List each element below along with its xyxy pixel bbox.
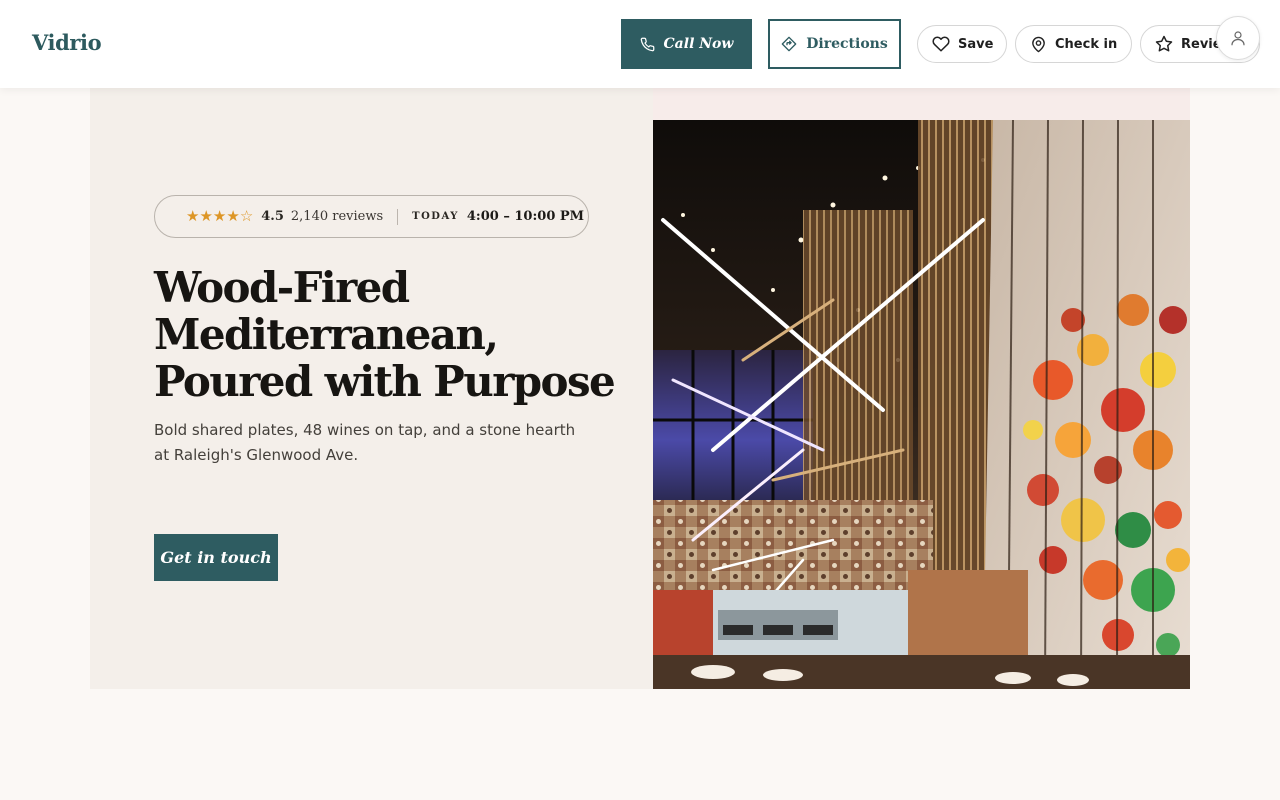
rating-hours-pill: ★ ★ ★ ★ ☆ 4.5 2,140 reviews TODAY 4:00 –… xyxy=(154,195,589,238)
headline-line: Wood-Fired xyxy=(154,263,410,312)
directions-button[interactable]: Directions xyxy=(768,19,901,69)
pill-divider xyxy=(397,208,399,225)
phone-icon xyxy=(640,37,655,52)
hero-subtext: Bold shared plates, 48 wines on tap, and… xyxy=(154,421,576,464)
call-now-label: Call Now xyxy=(663,36,734,52)
star-filled-icon: ★ xyxy=(199,207,213,225)
get-in-touch-button[interactable]: Get in touch xyxy=(154,534,278,581)
check-in-button[interactable]: Check in xyxy=(1015,25,1132,63)
account-button[interactable] xyxy=(1216,16,1260,60)
check-in-label: Check in xyxy=(1055,36,1118,52)
review-count[interactable]: 2,140 reviews xyxy=(291,209,383,224)
save-label: Save xyxy=(958,36,994,52)
star-filled-icon: ★ xyxy=(186,207,200,225)
opening-hours: 4:00 – 10:00 PM xyxy=(466,209,585,224)
map-pin-icon xyxy=(1030,36,1047,53)
today-label: TODAY xyxy=(412,211,459,222)
directions-diamond-icon xyxy=(781,36,797,52)
top-navigation-bar: Vidrio Call Now Directions Save Check in… xyxy=(0,0,1280,88)
star-filled-icon: ★ xyxy=(226,207,240,225)
hero-accent-strip xyxy=(653,88,1190,120)
headline-line: Mediterranean, xyxy=(154,310,499,359)
rating-value: 4.5 xyxy=(261,209,284,224)
save-button[interactable]: Save xyxy=(917,25,1007,63)
hero-headline: Wood-Fired Mediterranean, Poured with Pu… xyxy=(154,264,624,405)
heart-icon xyxy=(932,35,950,53)
star-outline-icon xyxy=(1155,35,1173,53)
call-now-button[interactable]: Call Now xyxy=(621,19,752,69)
restaurant-interior-photo xyxy=(653,120,1190,689)
user-icon xyxy=(1229,29,1247,47)
star-half-icon: ☆ xyxy=(239,207,254,225)
brand-logo[interactable]: Vidrio xyxy=(32,30,102,55)
rating-stars: ★ ★ ★ ★ ☆ xyxy=(186,209,253,224)
headline-line: Poured with Purpose xyxy=(154,357,616,406)
star-filled-icon: ★ xyxy=(212,207,227,225)
directions-label: Directions xyxy=(806,36,888,52)
